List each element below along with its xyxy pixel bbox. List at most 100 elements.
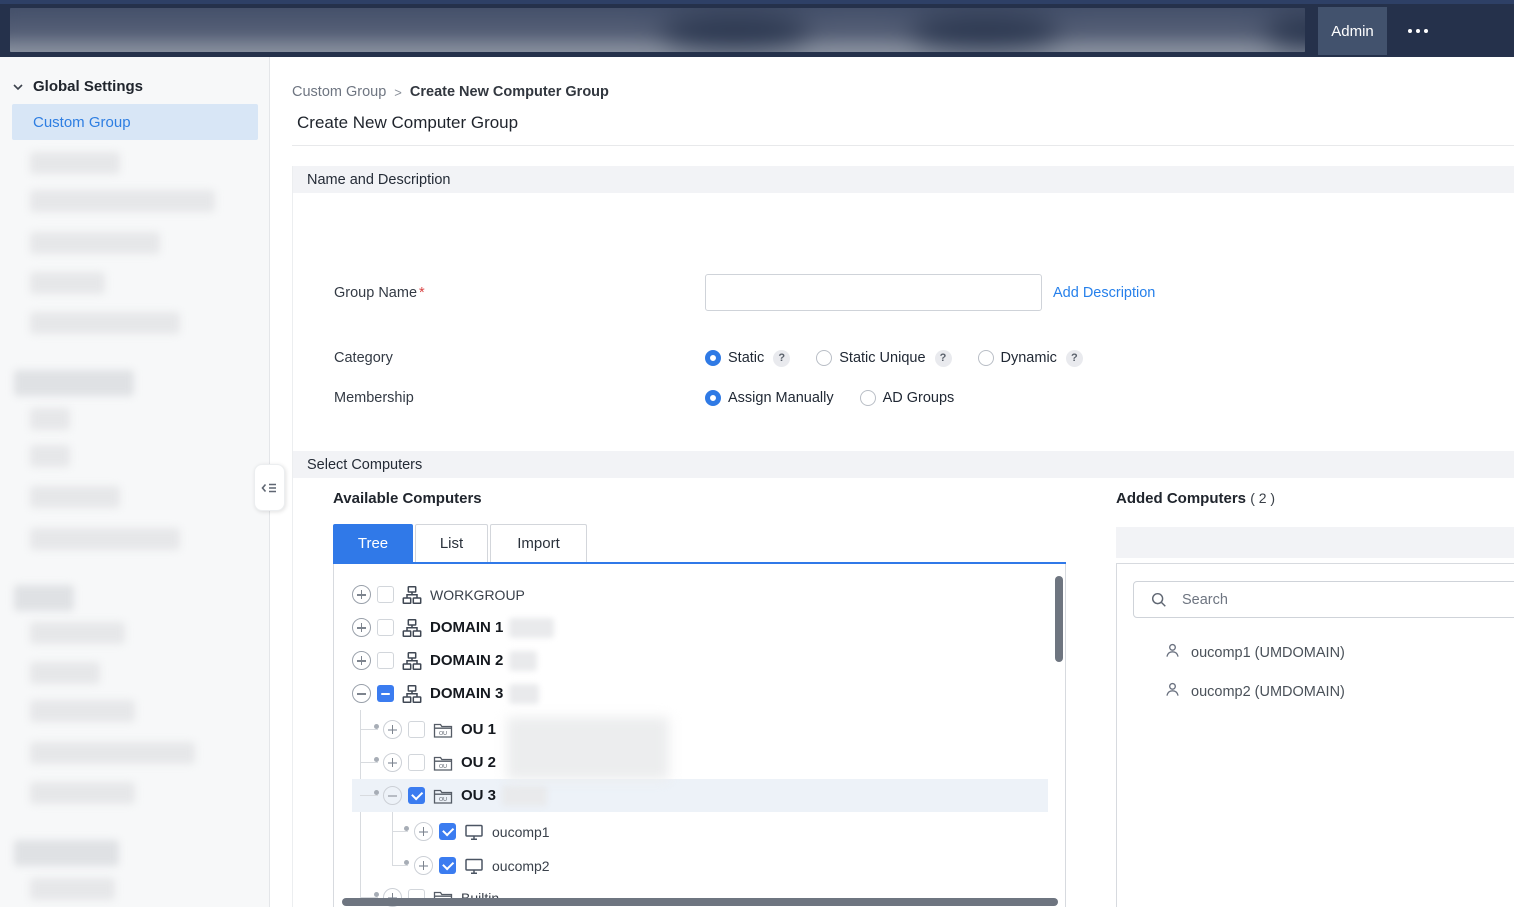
tree-checkbox-unchecked[interactable] <box>408 754 425 771</box>
collapse-node-icon[interactable] <box>383 786 402 805</box>
ou-folder-icon: OU <box>433 753 453 773</box>
add-description-link[interactable]: Add Description <box>1053 285 1155 301</box>
expand-node-icon[interactable] <box>352 585 371 604</box>
ellipsis-icon <box>1416 29 1420 33</box>
membership-options: Assign Manually AD Groups <box>705 390 954 406</box>
horizontal-scrollbar[interactable] <box>342 898 1058 906</box>
redacted-item <box>30 408 70 430</box>
tree-connector-dot <box>404 860 409 865</box>
radio-option-static[interactable]: Static? <box>705 350 790 367</box>
tree-checkbox-indeterminate[interactable] <box>377 685 394 702</box>
expand-node-icon[interactable] <box>414 822 433 841</box>
radio-unselected[interactable] <box>978 350 994 366</box>
expand-node-icon[interactable] <box>414 856 433 875</box>
sidebar-item-label: Custom Group <box>33 114 131 131</box>
radio-option-ad-groups[interactable]: AD Groups <box>860 390 955 406</box>
tree-node-label: DOMAIN 1 <box>430 619 503 636</box>
redacted-item <box>30 622 125 644</box>
section-header-select-computers: Select Computers <box>293 451 1514 478</box>
sidebar-item-custom-group[interactable]: Custom Group <box>12 104 258 140</box>
redacted-item <box>30 782 135 804</box>
expand-node-icon[interactable] <box>383 720 402 739</box>
tree-node-label: WORKGROUP <box>430 587 525 603</box>
tree-row-oucomp2[interactable]: oucomp2 <box>352 849 1048 882</box>
added-computers-count: ( 2 ) <box>1250 490 1275 506</box>
sidebar-section-global-settings[interactable]: Global Settings <box>12 78 143 95</box>
available-computers-tabs: TreeListImport <box>333 524 587 562</box>
tree-checkbox-checked[interactable] <box>439 857 456 874</box>
redacted-item <box>30 152 120 174</box>
computer-icon <box>464 822 484 842</box>
redacted-tree-suffix <box>509 684 539 704</box>
tree-connector-stub <box>392 831 408 832</box>
tree-row-workgroup[interactable]: WORKGROUP <box>352 578 1048 611</box>
radio-option-static-unique[interactable]: Static Unique? <box>816 350 951 367</box>
added-computer-row: oucomp2 (UMDOMAIN) <box>1164 674 1345 710</box>
added-computers-panel: oucomp1 (UMDOMAIN)oucomp2 (UMDOMAIN) <box>1116 563 1514 907</box>
group-name-row: Group Name* Add Description <box>293 274 1393 311</box>
tree-node-label: DOMAIN 2 <box>430 652 503 669</box>
tab-list[interactable]: List <box>415 524 488 562</box>
redacted-item <box>30 486 120 508</box>
ou-folder-icon: OU <box>433 720 453 740</box>
section-header-name-description: Name and Description <box>293 166 1514 193</box>
category-options: Static? Static Unique? Dynamic? <box>705 350 1083 367</box>
search-input[interactable] <box>1182 592 1482 608</box>
ellipsis-icon <box>1424 29 1428 33</box>
redacted-navbar-content <box>10 8 1305 52</box>
tree-checkbox-checked[interactable] <box>439 823 456 840</box>
help-icon[interactable]: ? <box>1066 350 1083 367</box>
tab-tree[interactable]: Tree <box>333 524 413 562</box>
sidebar-collapse-handle[interactable] <box>254 464 285 511</box>
group-name-input[interactable] <box>705 274 1042 311</box>
tree-row-ou-3[interactable]: OUOU 3 <box>352 779 1048 812</box>
collapse-node-icon[interactable] <box>352 684 371 703</box>
expand-node-icon[interactable] <box>352 651 371 670</box>
admin-tab[interactable]: Admin <box>1318 7 1387 55</box>
redacted-tree-suffix <box>509 618 554 638</box>
breadcrumb-separator: > <box>394 85 402 100</box>
tree-row-ou-2[interactable]: OUOU 2 <box>352 746 1048 779</box>
radio-option-dynamic[interactable]: Dynamic? <box>978 350 1083 367</box>
tree-checkbox-unchecked[interactable] <box>377 652 394 669</box>
expand-node-icon[interactable] <box>383 753 402 772</box>
tree-connector-dot <box>404 826 409 831</box>
person-icon <box>1164 642 1181 659</box>
tree-row-ou-1[interactable]: OUOU 1 <box>352 713 1048 746</box>
radio-selected[interactable] <box>705 350 721 366</box>
svg-text:OU: OU <box>439 731 447 737</box>
expand-node-icon[interactable] <box>352 618 371 637</box>
tree-checkbox-unchecked[interactable] <box>377 619 394 636</box>
redacted-item <box>14 840 119 866</box>
radio-unselected[interactable] <box>816 350 832 366</box>
computer-icon-wrap <box>464 822 484 842</box>
added-computers-heading: Added Computers ( 2 ) <box>1116 490 1275 507</box>
tree-checkbox-checked[interactable] <box>408 787 425 804</box>
more-menu-button[interactable] <box>1398 7 1438 55</box>
tree-row-domain-2[interactable]: DOMAIN 2 <box>352 644 1048 677</box>
radio-unselected[interactable] <box>860 390 876 406</box>
tree-connector-stub <box>360 762 378 763</box>
domain-icon-wrap <box>402 618 422 638</box>
vertical-scrollbar[interactable] <box>1055 576 1063 662</box>
radio-option-label: AD Groups <box>883 390 955 406</box>
tab-import[interactable]: Import <box>490 524 587 562</box>
page-title: Create New Computer Group <box>297 113 518 133</box>
tree-row-domain-3[interactable]: DOMAIN 3 <box>352 677 1048 710</box>
tree-row-domain-1[interactable]: DOMAIN 1 <box>352 611 1048 644</box>
breadcrumb-item[interactable]: Custom Group <box>292 84 386 100</box>
tree-checkbox-unchecked[interactable] <box>377 586 394 603</box>
tree-row-oucomp1[interactable]: oucomp1 <box>352 815 1048 848</box>
help-icon[interactable]: ? <box>773 350 790 367</box>
redacted-tree-suffix <box>509 651 537 671</box>
radio-selected[interactable] <box>705 390 721 406</box>
redacted-item <box>30 878 115 900</box>
tree-node-label: OU 3 <box>461 787 496 804</box>
tree-node-label: DOMAIN 3 <box>430 685 503 702</box>
help-icon[interactable]: ? <box>935 350 952 367</box>
radio-option-assign-manually[interactable]: Assign Manually <box>705 390 834 406</box>
added-computer-row: oucomp1 (UMDOMAIN) <box>1164 635 1345 671</box>
breadcrumb-item-current: Create New Computer Group <box>410 84 609 100</box>
tree-connector-stub <box>360 795 378 796</box>
tree-checkbox-unchecked[interactable] <box>408 721 425 738</box>
